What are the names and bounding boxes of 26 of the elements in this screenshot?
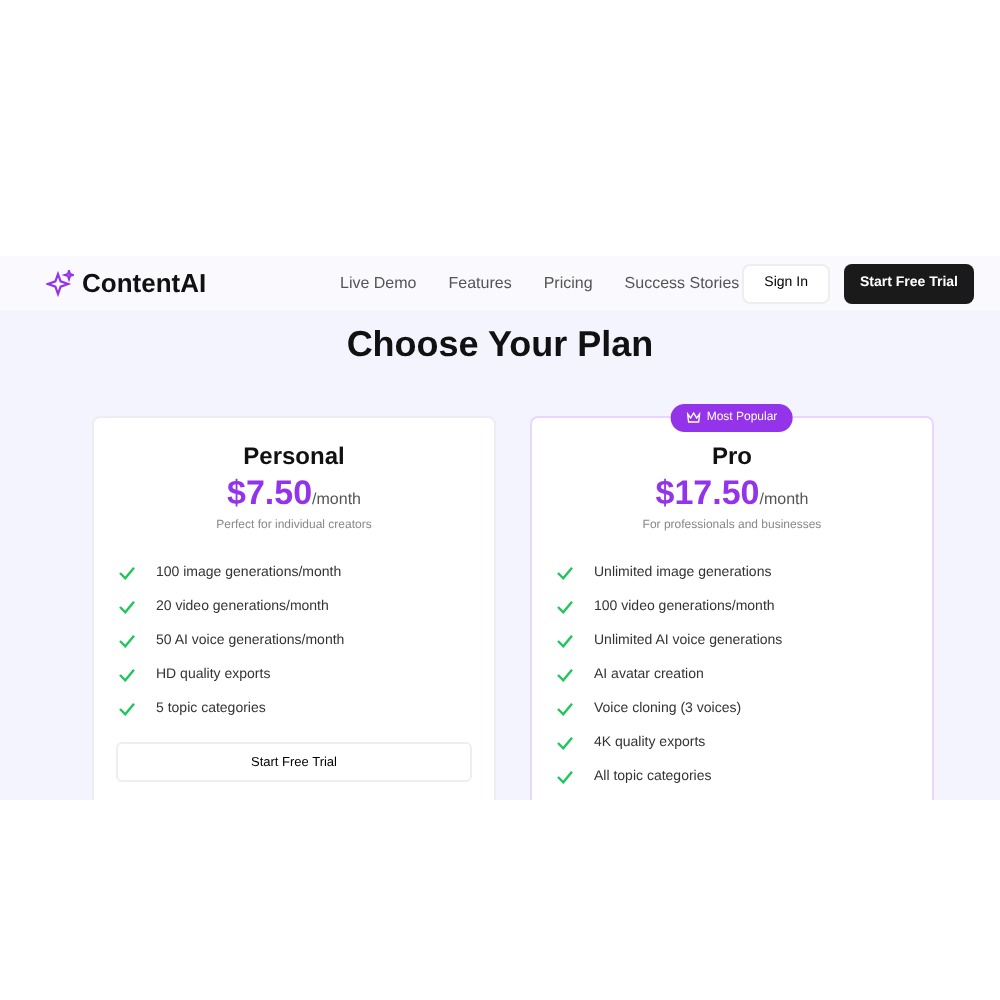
check-icon [118,634,136,648]
check-icon [556,566,574,580]
nav-link[interactable]: Live Demo [340,274,417,292]
sparkle-icon [46,269,74,297]
price-period: /month [759,490,809,508]
price-period: /month [312,490,361,508]
check-icon [556,770,574,784]
crown-icon [686,412,701,424]
check-icon [118,702,136,716]
plan-price: $7.50 [226,474,313,514]
nav-link[interactable]: Success Stories [624,274,740,292]
brand-name: ContentAI [82,268,207,298]
nav-link[interactable]: Features [448,274,512,292]
check-icon [118,566,136,580]
check-icon [118,668,136,682]
plan-price: $17.50 [655,474,760,514]
check-icon [556,736,574,750]
check-icon [556,702,574,716]
nav-link[interactable]: Pricing [543,274,593,292]
plan-name: Personal [241,442,347,470]
check-icon [556,668,574,682]
check-icon [118,600,136,614]
check-icon [556,600,574,614]
plan-name: Pro [709,442,754,470]
check-icon [556,634,574,648]
page-heading: Choose Your Plan [344,324,656,366]
